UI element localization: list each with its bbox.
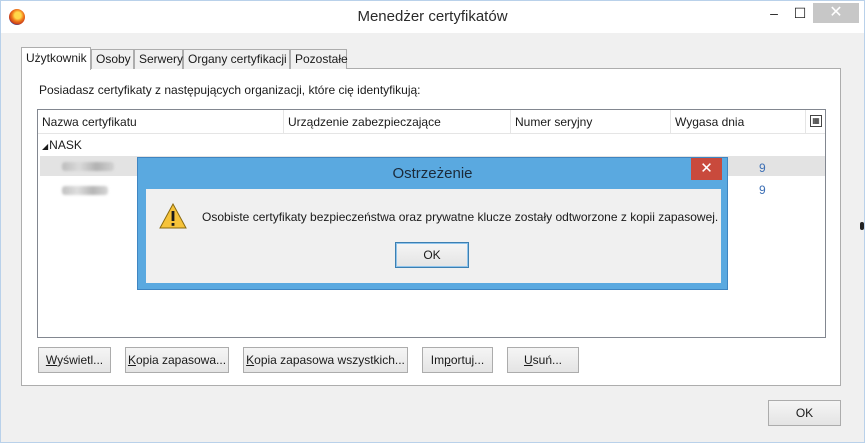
backup-button[interactable]: Kopia zapasowa...: [125, 347, 229, 373]
redacted-certificate-name: [62, 186, 108, 195]
tree-header: Nazwa certyfikatu Urządzenie zabezpiecza…: [38, 110, 825, 134]
delete-label: suń...: [532, 353, 563, 367]
dialog-body: Osobiste certyfikaty bezpieczeństwa oraz…: [146, 189, 721, 283]
column-picker-icon[interactable]: ▦: [810, 115, 822, 127]
expand-triangle-icon[interactable]: ◢: [42, 142, 48, 151]
import-button[interactable]: Importuj...: [422, 347, 493, 373]
title-bar: Menedżer certyfikatów – ☐ ✕: [1, 1, 864, 33]
edge-artifact: [860, 222, 864, 230]
dialog-title: Ostrzeżenie: [392, 165, 473, 182]
view-accel: W: [45, 353, 58, 367]
tab-servers[interactable]: Serwery: [134, 49, 183, 69]
dialog-message: Osobiste certyfikaty bezpieczeństwa oraz…: [202, 210, 719, 224]
delete-accel: U: [523, 353, 533, 367]
column-header-name[interactable]: Nazwa certyfikatu: [38, 110, 284, 134]
warning-icon: [159, 203, 187, 229]
maximize-button[interactable]: ☐: [787, 3, 813, 23]
backup-accel: K: [127, 353, 136, 367]
backup-all-button[interactable]: Kopia zapasowa wszystkich...: [243, 347, 408, 373]
import-label-pre: Im: [430, 353, 445, 367]
close-button[interactable]: ✕: [813, 3, 859, 23]
certificate-manager-window: Menedżer certyfikatów – ☐ ✕ Użytkownik O…: [0, 0, 865, 443]
column-header-expires[interactable]: Wygasa dnia: [671, 110, 806, 134]
dialog-ok-button[interactable]: OK: [395, 242, 469, 268]
import-label: ortuj...: [450, 353, 485, 367]
backup-all-label: opia zapasowa wszystkich...: [254, 353, 405, 367]
import-accel: p: [444, 353, 451, 367]
column-header-serial[interactable]: Numer seryjny: [511, 110, 671, 134]
backup-all-accel: K: [246, 353, 255, 367]
tab-people[interactable]: Osoby: [91, 49, 134, 69]
expiry-date-partial: 9: [759, 161, 766, 175]
view-button[interactable]: Wyświetl...: [38, 347, 111, 373]
backup-label: opia zapasowa...: [135, 353, 227, 367]
tab-others[interactable]: Pozostałe: [290, 49, 348, 69]
tree-group-row[interactable]: ◢NASK: [38, 136, 82, 154]
window-title: Menedżer certyfikatów: [357, 8, 508, 25]
delete-button[interactable]: Usuń...: [507, 347, 579, 373]
ok-button[interactable]: OK: [768, 400, 841, 426]
tab-authorities[interactable]: Organy certyfikacji: [183, 49, 290, 69]
minimize-button[interactable]: –: [761, 3, 787, 23]
dialog-close-button[interactable]: ✕: [691, 158, 722, 180]
warning-dialog: Ostrzeżenie ✕ Osobiste certyfikaty bezpi…: [137, 157, 728, 290]
group-label: NASK: [49, 138, 82, 152]
redacted-certificate-name: [62, 162, 114, 171]
expiry-date-partial: 9: [759, 183, 766, 197]
intro-text: Posiadasz certyfikaty z następujących or…: [39, 83, 421, 97]
column-header-device[interactable]: Urządzenie zabezpieczające: [284, 110, 511, 134]
view-label: yświetl...: [57, 353, 104, 367]
tab-user[interactable]: Użytkownik: [21, 47, 91, 70]
